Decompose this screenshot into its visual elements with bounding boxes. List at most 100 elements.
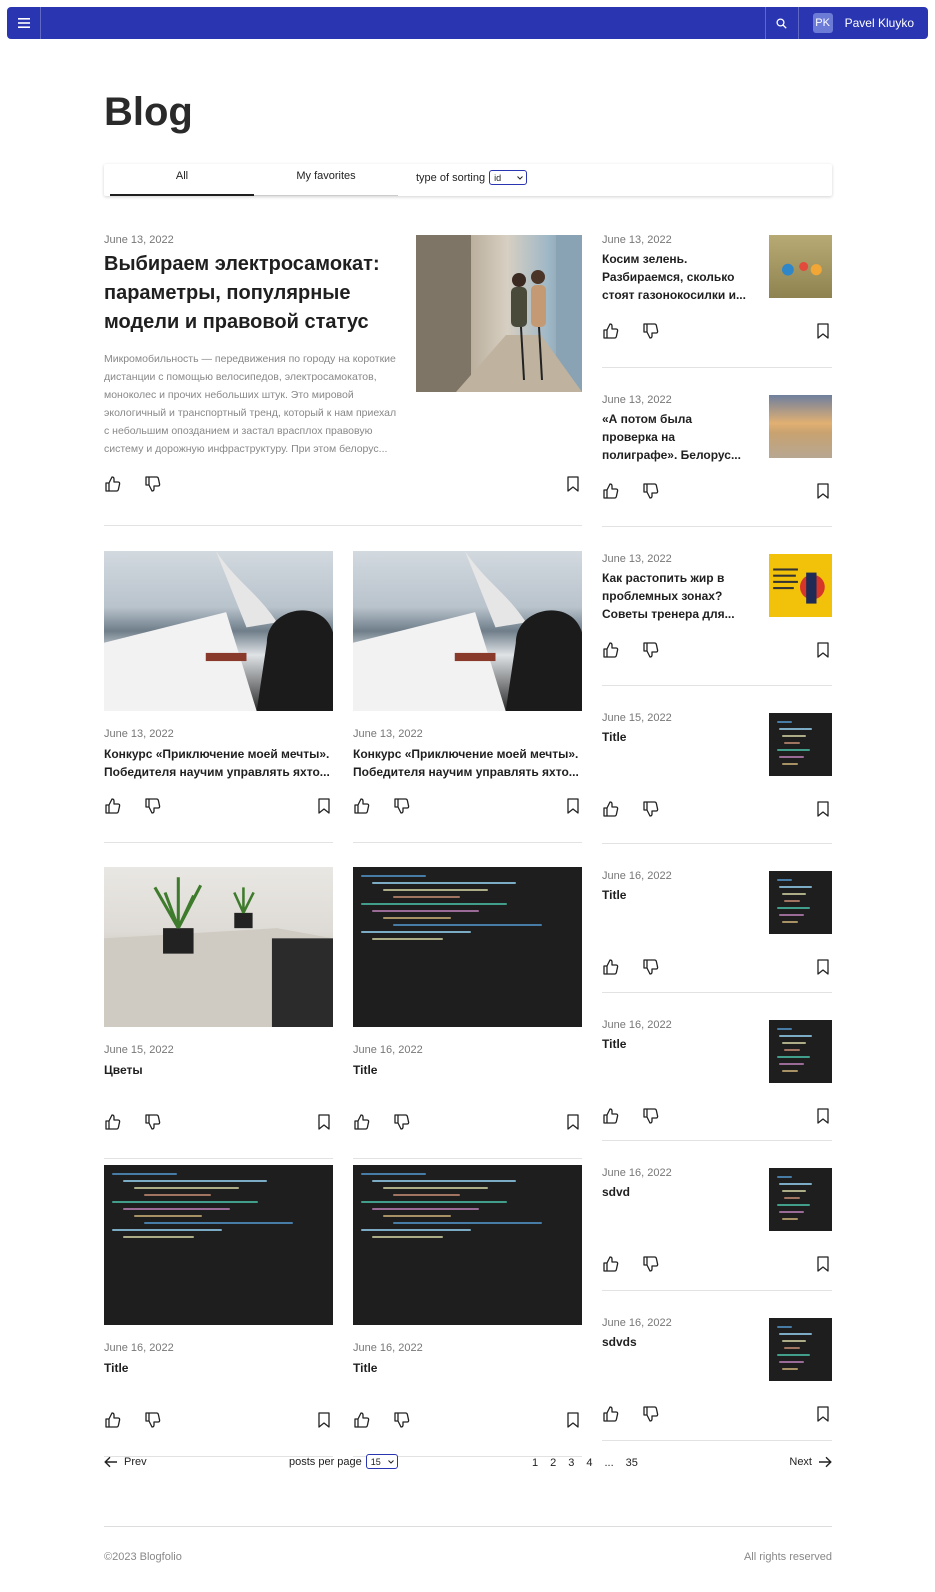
sidebar-post-card[interactable]: June 15, 2022 Title xyxy=(602,710,832,844)
dislike-button[interactable] xyxy=(642,1405,660,1423)
post-image[interactable] xyxy=(353,551,582,711)
post-title[interactable]: Title xyxy=(602,1035,748,1091)
post-image[interactable] xyxy=(769,1168,832,1231)
post-title[interactable]: Выбираем электросамокат: параметры, попу… xyxy=(104,250,399,340)
dislike-button[interactable] xyxy=(642,958,660,976)
post-image[interactable] xyxy=(769,235,832,298)
menu-button[interactable] xyxy=(7,7,41,39)
dislike-button[interactable] xyxy=(642,322,660,340)
next-button[interactable]: Next xyxy=(789,1456,832,1468)
bookmark-button[interactable] xyxy=(315,797,333,815)
post-image[interactable] xyxy=(104,1165,333,1325)
post-card[interactable]: June 13, 2022 Конкурс «Приключение моей м… xyxy=(353,551,582,843)
sidebar-post-card[interactable]: June 13, 2022 Косим зелень. Разбираемся, … xyxy=(602,232,832,368)
sidebar-post-card[interactable]: June 16, 2022 sdvd xyxy=(602,1165,832,1291)
like-button[interactable] xyxy=(602,1405,620,1423)
post-image[interactable] xyxy=(769,1318,832,1381)
dislike-button[interactable] xyxy=(393,797,411,815)
bookmark-button[interactable] xyxy=(814,958,832,976)
bookmark-button[interactable] xyxy=(814,641,832,659)
bookmark-button[interactable] xyxy=(814,322,832,340)
bookmark-button[interactable] xyxy=(315,1113,333,1131)
bookmark-button[interactable] xyxy=(814,800,832,818)
like-button[interactable] xyxy=(104,475,122,493)
post-title[interactable]: Конкурс «Приключение моей мечты». Победи… xyxy=(104,745,333,783)
post-image[interactable] xyxy=(769,1020,832,1083)
dislike-button[interactable] xyxy=(393,1113,411,1131)
dislike-button[interactable] xyxy=(144,475,162,493)
post-title[interactable]: Title xyxy=(353,1061,582,1099)
bookmark-button[interactable] xyxy=(814,1107,832,1125)
sidebar-post-card[interactable]: June 16, 2022 sdvds xyxy=(602,1315,832,1441)
post-title[interactable]: Конкурс «Приключение моей мечты». Победи… xyxy=(353,745,582,783)
dislike-button[interactable] xyxy=(144,1411,162,1429)
dislike-button[interactable] xyxy=(144,797,162,815)
bookmark-button[interactable] xyxy=(564,475,582,493)
post-card[interactable]: June 15, 2022 Цветы xyxy=(104,867,333,1159)
search-button[interactable] xyxy=(764,7,799,39)
post-title[interactable]: Как растопить жир в проблемных зонах? Со… xyxy=(602,569,748,625)
tab-all[interactable]: All xyxy=(110,164,254,196)
sidebar-post-card[interactable]: June 16, 2022 Title xyxy=(602,868,832,993)
post-title[interactable]: Косим зелень. Разбираемся, сколько стоят… xyxy=(602,250,748,306)
post-image[interactable] xyxy=(769,713,832,776)
post-card[interactable]: June 16, 2022 Title xyxy=(353,1165,582,1457)
dislike-button[interactable] xyxy=(642,641,660,659)
like-button[interactable] xyxy=(602,641,620,659)
post-card[interactable]: June 16, 2022 Title xyxy=(353,867,582,1159)
like-button[interactable] xyxy=(602,322,620,340)
bookmark-button[interactable] xyxy=(564,1113,582,1131)
dislike-button[interactable] xyxy=(144,1113,162,1131)
prev-button[interactable]: Prev xyxy=(104,1456,147,1468)
post-title[interactable]: Цветы xyxy=(104,1061,333,1099)
like-button[interactable] xyxy=(104,1411,122,1429)
tab-my-favorites[interactable]: My favorites xyxy=(254,164,398,196)
page-link[interactable]: 35 xyxy=(626,1457,638,1469)
bookmark-button[interactable] xyxy=(564,797,582,815)
bookmark-button[interactable] xyxy=(564,1411,582,1429)
like-button[interactable] xyxy=(602,800,620,818)
bookmark-button[interactable] xyxy=(814,1405,832,1423)
post-image[interactable] xyxy=(353,1165,582,1325)
post-image[interactable] xyxy=(769,395,832,458)
featured-post-card[interactable]: June 13, 2022 Выбираем электросамокат: п… xyxy=(104,232,582,526)
post-card[interactable]: June 16, 2022 Title xyxy=(104,1165,333,1457)
post-title[interactable]: Title xyxy=(602,886,748,942)
like-button[interactable] xyxy=(353,1411,371,1429)
dislike-button[interactable] xyxy=(642,482,660,500)
like-button[interactable] xyxy=(602,1107,620,1125)
dislike-button[interactable] xyxy=(642,1255,660,1273)
like-button[interactable] xyxy=(353,1113,371,1131)
post-image[interactable] xyxy=(353,867,582,1027)
like-button[interactable] xyxy=(602,482,620,500)
page-link[interactable]: 3 xyxy=(568,1457,574,1469)
page-link[interactable]: 2 xyxy=(550,1457,556,1469)
post-image[interactable] xyxy=(769,554,832,617)
post-title[interactable]: «А потом была проверка на полиграфе». Бе… xyxy=(602,410,748,466)
like-button[interactable] xyxy=(602,958,620,976)
post-card[interactable]: June 13, 2022 Конкурс «Приключение моей м… xyxy=(104,551,333,843)
sidebar-post-card[interactable]: June 16, 2022 Title xyxy=(602,1017,832,1141)
bookmark-button[interactable] xyxy=(814,1255,832,1273)
dislike-button[interactable] xyxy=(642,1107,660,1125)
post-image[interactable] xyxy=(104,551,333,711)
like-button[interactable] xyxy=(104,1113,122,1131)
sidebar-post-card[interactable]: June 13, 2022 Как растопить жир в проблем… xyxy=(602,551,832,686)
post-image[interactable] xyxy=(104,867,333,1027)
dislike-button[interactable] xyxy=(393,1411,411,1429)
posts-per-page-select[interactable]: 15 xyxy=(365,1454,398,1469)
post-title[interactable]: sdvd xyxy=(602,1183,748,1239)
bookmark-button[interactable] xyxy=(315,1411,333,1429)
post-title[interactable]: Title xyxy=(602,728,748,784)
user-menu[interactable]: PK Pavel Kluyko xyxy=(799,7,928,39)
dislike-button[interactable] xyxy=(642,800,660,818)
like-button[interactable] xyxy=(353,797,371,815)
like-button[interactable] xyxy=(602,1255,620,1273)
post-title[interactable]: Title xyxy=(353,1359,582,1397)
post-image[interactable] xyxy=(769,871,832,934)
page-link[interactable]: 4 xyxy=(586,1457,592,1469)
page-link[interactable]: 1 xyxy=(532,1457,538,1469)
sort-select[interactable]: id xyxy=(489,170,528,185)
post-image[interactable] xyxy=(416,235,582,392)
post-title[interactable]: Title xyxy=(104,1359,333,1397)
